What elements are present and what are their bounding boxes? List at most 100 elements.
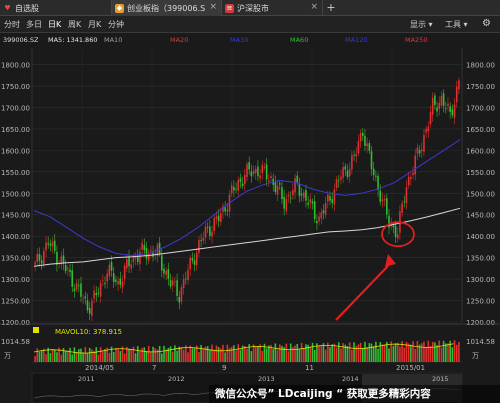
candle-body	[45, 242, 47, 251]
volume-bar	[36, 348, 39, 362]
volume-bar	[226, 344, 229, 362]
y-tick-right: 1800.00	[466, 62, 495, 70]
volume-max-left: 1014.58	[1, 338, 30, 346]
volume-bar	[361, 348, 364, 362]
y-tick-left: 1200.00	[1, 319, 30, 327]
candle-body	[274, 182, 277, 192]
candle-body	[106, 273, 108, 282]
candle-body	[303, 192, 305, 198]
candle-body	[289, 197, 292, 199]
candle-body	[40, 260, 43, 264]
candle-body	[357, 141, 360, 154]
volume-bar	[346, 345, 349, 362]
period-monthly-k[interactable]: 月K	[88, 19, 101, 30]
volume-bar	[95, 347, 98, 362]
candle-body	[110, 262, 113, 271]
candle-body	[34, 262, 36, 265]
volume-bar	[102, 350, 104, 362]
ma-label-4: MA30	[230, 36, 249, 44]
tab-chinext-index[interactable]: ◆ 创业板指（399006.S ×	[112, 0, 222, 16]
candle-body	[401, 203, 403, 213]
volume-bar	[250, 351, 253, 362]
volume-bar	[285, 343, 288, 362]
candle-body	[329, 196, 331, 201]
volume-bar	[108, 352, 111, 362]
candle-body	[123, 265, 126, 279]
period-multiday[interactable]: 多日	[26, 19, 42, 30]
volume-bar	[351, 350, 353, 362]
tab-market[interactable]: ≡ 沪深股市 ×	[222, 0, 323, 16]
candle-body	[394, 225, 397, 238]
volume-bar	[161, 353, 163, 362]
y-tick-right: 1200.00	[466, 319, 495, 327]
candle-body	[405, 187, 408, 204]
tools-menu[interactable]: 工具 ▾	[445, 19, 468, 30]
volume-bar	[414, 348, 417, 362]
x-tick-label: 2014/05	[85, 364, 114, 372]
candle-body	[189, 257, 191, 270]
y-tick-left: 1750.00	[1, 83, 30, 91]
volume-bar	[134, 353, 137, 362]
candle-body	[119, 278, 122, 285]
volume-bar	[117, 348, 119, 362]
volume-bar	[259, 344, 261, 362]
indicator-bar: 399006.SZ MA5: 1341.860 MA10 MA20 MA30 M…	[0, 33, 500, 47]
candle-body	[348, 168, 351, 177]
price-chart[interactable]: 1800.00 1750.00 1700.00 1650.00 1600.00 1550.…	[0, 47, 500, 403]
volume-bar	[91, 349, 93, 362]
volume-bar	[198, 352, 200, 362]
volume-bar	[440, 347, 443, 362]
new-tab-icon[interactable]: +	[323, 0, 339, 16]
volume-bar	[235, 350, 237, 362]
period-minute[interactable]: 分钟	[108, 19, 124, 30]
volume-bar	[372, 346, 375, 362]
candle-body	[416, 147, 419, 154]
volume-bar	[40, 350, 43, 362]
volume-bar	[38, 351, 41, 362]
candle-body	[366, 143, 368, 147]
period-toolbar: 分时 多日 日K 周K 月K 分钟 显示 ▾ 工具 ▾ ⚙	[0, 16, 500, 33]
volume-bar	[80, 348, 82, 362]
volume-bar	[53, 349, 56, 362]
candle-body	[182, 279, 185, 289]
candle-body	[233, 186, 235, 191]
gear-icon[interactable]: ⚙	[482, 18, 491, 29]
volume-bar	[154, 348, 157, 362]
candle-body	[211, 231, 213, 237]
candle-body	[165, 270, 167, 275]
volume-bar	[423, 341, 425, 362]
candle-body	[311, 201, 314, 204]
volume-bar	[75, 351, 78, 362]
volume-bar	[377, 348, 379, 362]
candle-body	[224, 207, 226, 212]
volume-bar	[64, 350, 67, 362]
volume-bar	[340, 348, 342, 362]
volume-bar	[152, 346, 154, 362]
display-menu[interactable]: 显示 ▾	[410, 19, 433, 30]
volume-bar	[434, 342, 436, 362]
tab-watchlist[interactable]: ♥ 自选股	[0, 0, 112, 16]
volume-bar	[296, 344, 299, 362]
candle-body	[283, 196, 285, 209]
close-icon[interactable]: ×	[310, 2, 318, 12]
volume-bar	[309, 347, 312, 362]
y-tick-left: 1650.00	[1, 126, 30, 134]
candle-body	[62, 255, 65, 264]
x-tick-label: 2015/01	[396, 364, 425, 372]
candle-body	[285, 198, 288, 212]
period-intraday[interactable]: 分时	[4, 19, 20, 30]
candle-body	[257, 166, 259, 177]
volume-bar	[276, 349, 279, 362]
close-icon[interactable]: ×	[209, 2, 217, 12]
y-tick-right: 1450.00	[466, 212, 495, 220]
period-weekly-k[interactable]: 周K	[68, 19, 81, 30]
volume-bar	[169, 346, 172, 362]
candle-body	[458, 80, 460, 90]
x-tick-label: 7	[152, 364, 156, 372]
period-daily-k[interactable]: 日K	[48, 19, 61, 30]
candle-body	[420, 149, 423, 152]
mavol-label: MAVOL10: 378.915	[55, 328, 122, 336]
volume-bar	[322, 343, 325, 362]
y-tick-right: 1500.00	[466, 190, 495, 198]
volume-bar	[60, 354, 63, 362]
